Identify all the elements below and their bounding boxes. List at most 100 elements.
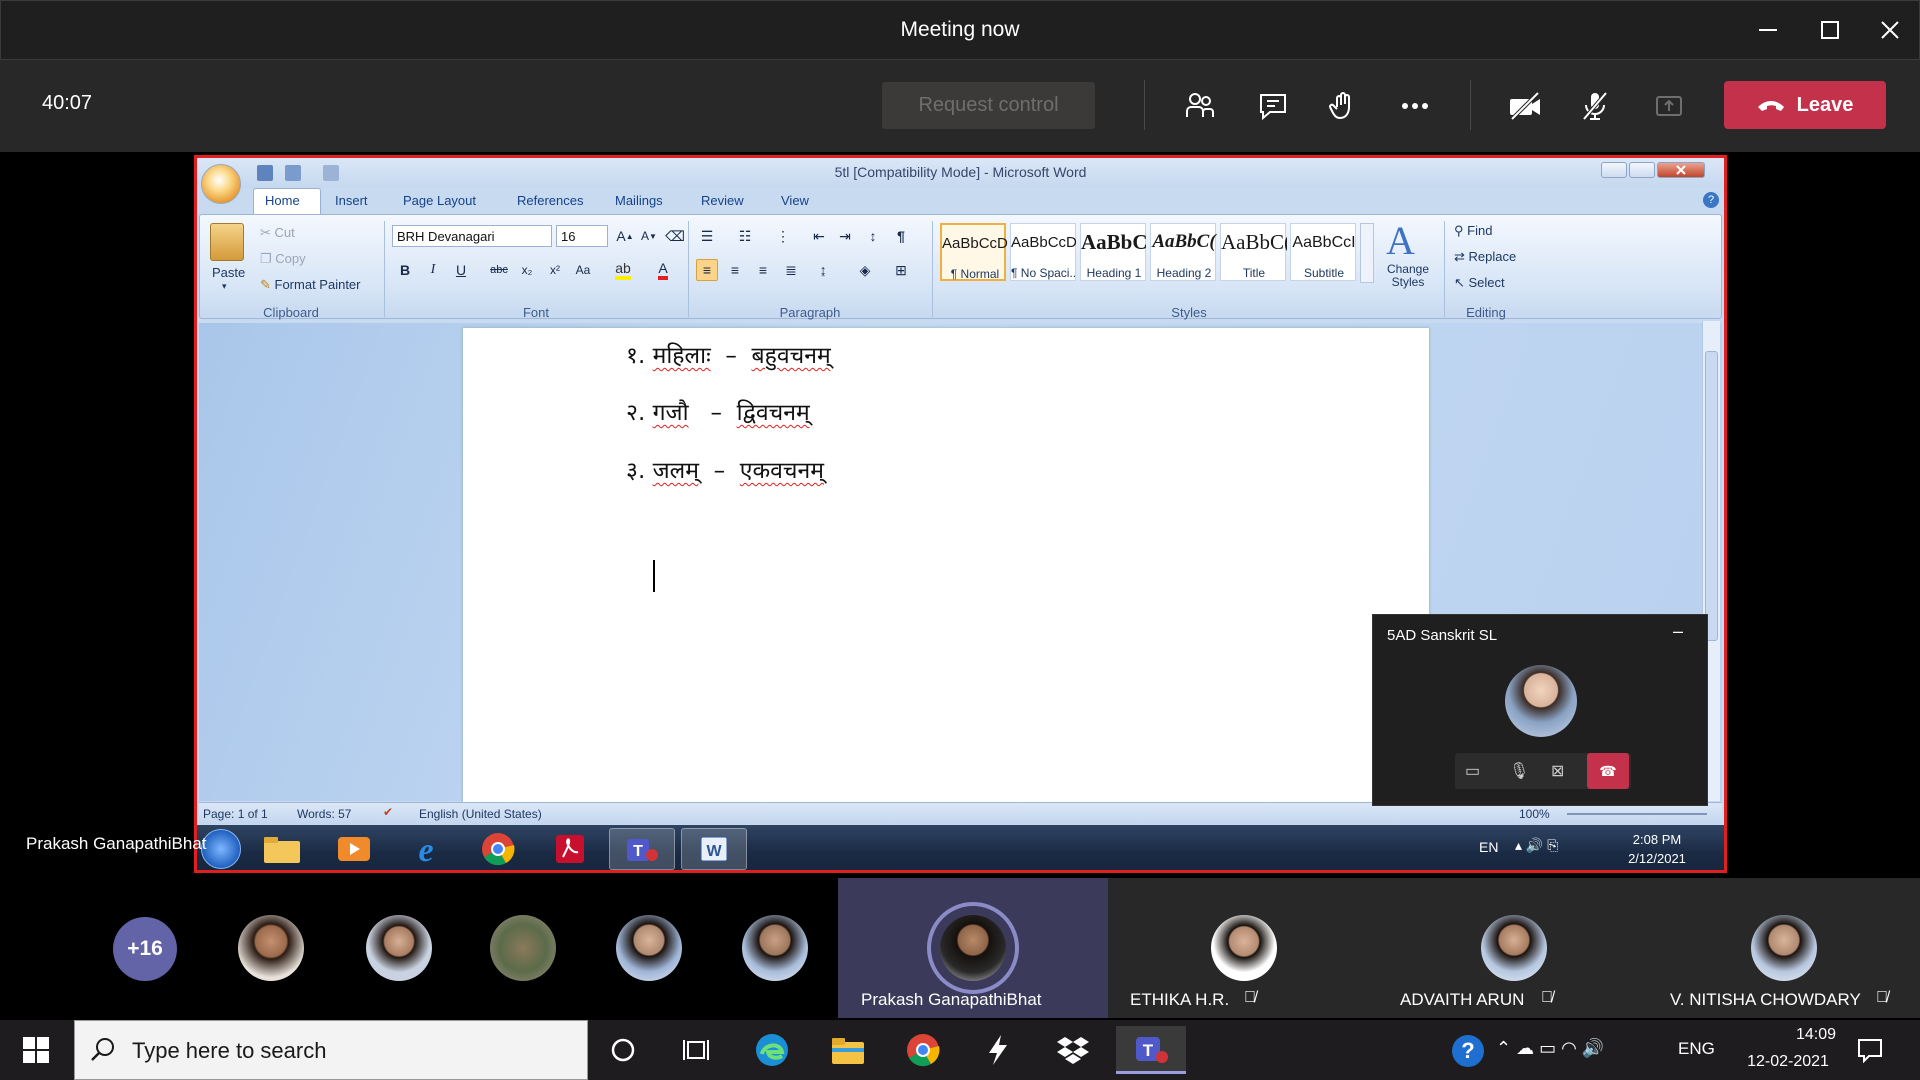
zoom-level[interactable]: 100% <box>1519 807 1550 821</box>
strikethrough-button[interactable]: abc <box>488 259 510 281</box>
zoom-slider[interactable] <box>1567 813 1707 815</box>
style-heading-2[interactable]: AaBbC( Heading 2 <box>1150 223 1216 281</box>
highlight-icon[interactable]: ab <box>612 259 634 281</box>
leave-button[interactable]: Leave <box>1724 81 1886 129</box>
avatar[interactable] <box>616 915 682 981</box>
share-screen-button[interactable] <box>1647 84 1691 128</box>
font-name-field[interactable]: BRH Devanagari <box>392 225 552 247</box>
hangup-button[interactable]: ☎ <box>1587 753 1629 789</box>
tray-icons[interactable]: ▴ 🔊 ⎘ <box>1515 837 1558 854</box>
taskbar-word[interactable]: W <box>681 828 747 870</box>
chat-button[interactable] <box>1251 84 1295 128</box>
align-left-icon[interactable]: ≡ <box>696 259 718 281</box>
taskbar-teams[interactable]: T <box>1116 1026 1186 1074</box>
subscript-button[interactable]: x₂ <box>516 259 538 281</box>
paste-button[interactable]: Paste <box>212 265 245 280</box>
style-title[interactable]: AaBbC( Title <box>1220 223 1287 281</box>
taskbar-dropbox[interactable] <box>1043 1026 1103 1074</box>
taskbar-chrome[interactable] <box>893 1026 953 1074</box>
avatar[interactable] <box>742 915 808 981</box>
change-case-button[interactable]: Aa <box>572 259 594 281</box>
taskbar-app[interactable] <box>968 1026 1028 1074</box>
numbering-icon[interactable]: ☷ <box>734 225 756 247</box>
clear-formatting-icon[interactable]: ⌫ <box>664 225 686 247</box>
style-subtitle[interactable]: AaBbCcI Subtitle <box>1290 223 1356 281</box>
taskbar-teams[interactable]: T <box>609 828 675 870</box>
borders-icon[interactable]: ⊞ <box>890 259 912 281</box>
language-status[interactable]: English (United States) <box>419 807 542 821</box>
minimize-icon[interactable]: – <box>1673 621 1683 642</box>
start-orb[interactable] <box>201 829 241 869</box>
word-close-button[interactable] <box>1657 162 1705 178</box>
change-styles-button[interactable]: Change Styles <box>1378 263 1438 289</box>
italic-button[interactable]: I <box>422 259 444 281</box>
camera-toggle-button[interactable] <box>1503 84 1547 128</box>
participant-tile[interactable]: ETHIKA H.R. 🎙̸ <box>1108 878 1378 1018</box>
superscript-button[interactable]: x² <box>544 259 566 281</box>
mic-icon[interactable]: 🎙 <box>1509 761 1529 781</box>
tab-references[interactable]: References <box>517 193 583 208</box>
notifications-button[interactable] <box>1842 1026 1898 1074</box>
styles-scroll[interactable] <box>1360 223 1374 283</box>
participant-tile-active[interactable]: Prakash GanapathiBhat <box>838 878 1108 1018</box>
avatar[interactable] <box>490 915 556 981</box>
office-button[interactable] <box>201 164 241 204</box>
align-right-icon[interactable]: ≡ <box>752 259 774 281</box>
style-heading-1[interactable]: AaBbC( Heading 1 <box>1080 223 1147 281</box>
avatar[interactable] <box>238 915 304 981</box>
redo-icon[interactable] <box>323 165 339 181</box>
participant-tile[interactable]: ADVAITH ARUN 🎙̸ <box>1378 878 1648 1018</box>
align-center-icon[interactable]: ≡ <box>724 259 746 281</box>
taskbar-acrobat[interactable] <box>537 828 603 870</box>
clock-date[interactable]: 12-02-2021 <box>1738 1053 1838 1071</box>
request-control-button[interactable]: Request control <box>882 82 1095 129</box>
decrease-indent-icon[interactable]: ⇤ <box>808 225 830 247</box>
minimize-button[interactable] <box>1740 10 1796 50</box>
taskbar-edge[interactable] <box>742 1026 802 1074</box>
format-painter-button[interactable]: ✎ Format Painter <box>260 277 361 293</box>
increase-indent-icon[interactable]: ⇥ <box>834 225 856 247</box>
save-icon[interactable] <box>257 165 273 181</box>
line-spacing-icon[interactable]: ↨ <box>812 259 834 281</box>
taskbar-internet-explorer[interactable]: e <box>393 828 459 870</box>
tab-home[interactable]: Home <box>265 193 300 208</box>
shared-lang[interactable]: EN <box>1479 839 1498 855</box>
tray-icons[interactable]: ⌃ ☁ ▭ ◠ 🔊 <box>1496 1038 1604 1059</box>
style-normal[interactable]: AaBbCcDc ¶ Normal <box>940 223 1008 281</box>
word-restore-button[interactable] <box>1629 162 1655 178</box>
select-button[interactable]: ↖ Select <box>1454 275 1505 291</box>
participant-tile[interactable]: V. NITISHA CHOWDARY 🎙̸ <box>1648 878 1920 1018</box>
justify-icon[interactable]: ≣ <box>780 259 802 281</box>
proofing-icon[interactable]: ✔ <box>383 805 393 819</box>
replace-button[interactable]: ⇄ Replace <box>1454 249 1516 265</box>
camera-off-icon[interactable]: ▭ <box>1465 761 1480 781</box>
help-icon[interactable]: ? <box>1452 1035 1484 1067</box>
multilevel-list-icon[interactable]: ⋮ <box>772 225 794 247</box>
mic-toggle-button[interactable] <box>1573 84 1617 128</box>
overflow-participants-button[interactable]: +16 <box>113 917 177 981</box>
font-size-field[interactable]: 16 <box>556 225 608 247</box>
start-button[interactable] <box>6 1026 66 1074</box>
underline-button[interactable]: U <box>450 259 472 281</box>
more-actions-button[interactable] <box>1393 84 1437 128</box>
avatar[interactable] <box>366 915 432 981</box>
font-color-icon[interactable]: A <box>652 259 674 281</box>
participants-button[interactable] <box>1178 84 1222 128</box>
bold-button[interactable]: B <box>394 259 416 281</box>
tab-review[interactable]: Review <box>701 193 744 208</box>
stop-share-icon[interactable]: ⊠ <box>1551 761 1564 781</box>
tab-page-layout[interactable]: Page Layout <box>403 193 476 208</box>
pilcrow-icon[interactable]: ¶ <box>890 225 912 247</box>
shrink-font-button[interactable]: A ▼ <box>638 225 660 247</box>
style-no-spacing[interactable]: AaBbCcDc ¶ No Spaci... <box>1010 223 1077 281</box>
shading-icon[interactable]: ◈ <box>854 259 876 281</box>
maximize-button[interactable] <box>1802 10 1858 50</box>
grow-font-button[interactable]: A ▲ <box>614 225 636 247</box>
taskbar-media-player[interactable] <box>321 828 387 870</box>
taskbar-file-explorer[interactable] <box>818 1026 878 1074</box>
tab-mailings[interactable]: Mailings <box>615 193 663 208</box>
taskbar-chrome[interactable] <box>465 828 531 870</box>
bullets-icon[interactable]: ☰ <box>696 225 718 247</box>
taskbar-explorer[interactable] <box>249 828 315 870</box>
copy-button[interactable]: ❐ Copy <box>260 251 306 267</box>
